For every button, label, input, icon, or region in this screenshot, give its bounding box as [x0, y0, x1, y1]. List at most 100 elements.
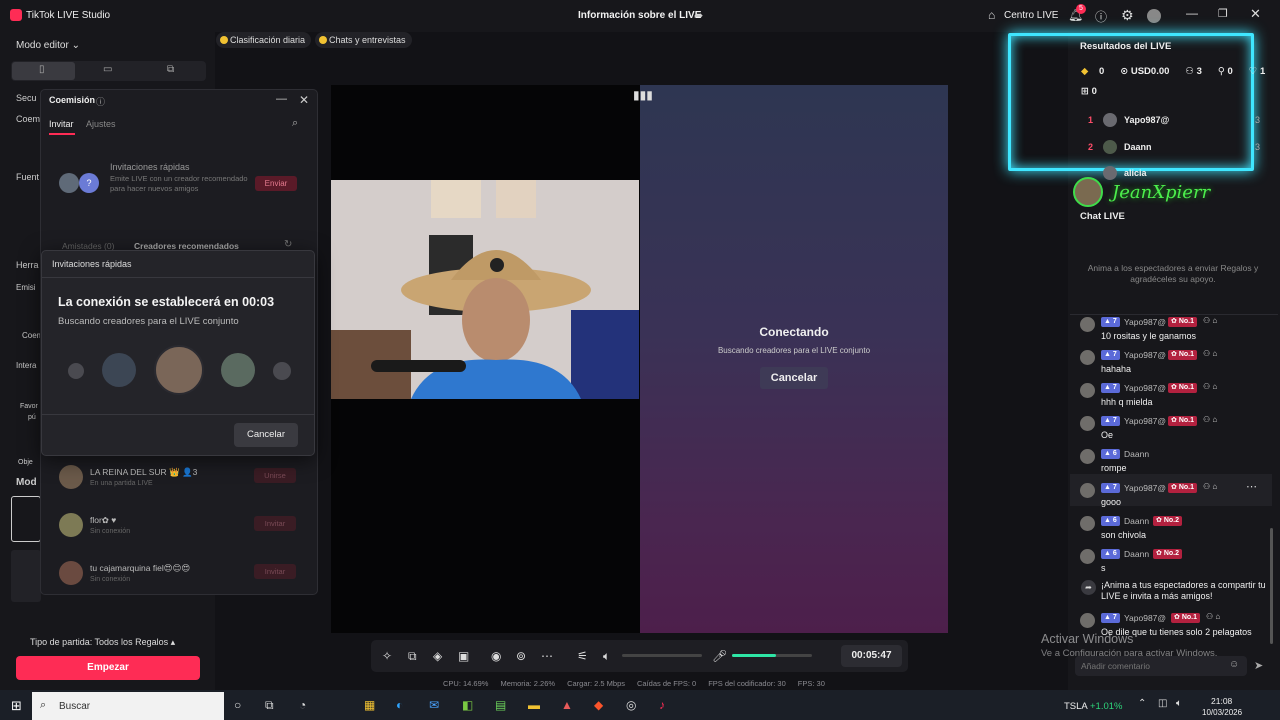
rank-username[interactable]: alicia	[1124, 168, 1147, 178]
match-type-dropdown[interactable]: Tipo de partida: Todos los Regalos ▴	[30, 637, 175, 648]
emoji-icon[interactable]: ☺	[1229, 659, 1239, 670]
contact-status: Sin conexión	[90, 528, 131, 535]
rank-username[interactable]: Daann	[1124, 142, 1152, 152]
left-label[interactable]: Favor	[20, 403, 38, 410]
daily-ranking-pill[interactable]: Clasificación diaria	[216, 32, 312, 48]
chat-username[interactable]: Daann	[1124, 516, 1149, 526]
search-icon[interactable]: ⌕	[292, 117, 298, 130]
send-invite-button[interactable]: Enviar	[255, 176, 297, 191]
obs-icon[interactable]: ◎	[626, 698, 636, 712]
record-icon[interactable]: ◉	[491, 649, 501, 663]
caption-icon[interactable]: ▣	[458, 649, 469, 663]
chat-message[interactable]: ▲ 7 Yapo987@ ✿ No.1 ⚇ ⌂ gooo	[1080, 480, 1270, 512]
left-label[interactable]: Coem	[16, 114, 40, 124]
chat-username[interactable]: Daann	[1124, 549, 1149, 559]
chat-message[interactable]: ▲ 6 Daann ✿ No.2 son chivola	[1080, 513, 1270, 545]
speaker-icon[interactable]: 🔈︎	[603, 649, 610, 664]
cancel-connection-button[interactable]: Cancelar	[760, 367, 828, 389]
more-options-icon[interactable]: ⋯	[1246, 480, 1257, 493]
close-panel-button[interactable]: ✕	[299, 93, 309, 107]
likes-stat: ♡ 1	[1248, 66, 1266, 77]
tiktok-icon[interactable]: ♪	[659, 698, 665, 712]
share-icon[interactable]: ➦	[694, 9, 703, 22]
rank-badge: ✿ No.1	[1168, 416, 1197, 426]
task-view-icon[interactable]: ⧉	[265, 698, 274, 713]
tab-ajustes[interactable]: Ajustes	[86, 119, 116, 129]
landscape-icon[interactable]: ▭	[103, 64, 112, 75]
left-label: Herra	[16, 260, 39, 270]
audio-levels-icon[interactable]: ▮▮▮	[633, 88, 653, 102]
mixer-icon[interactable]: ⚟	[577, 649, 588, 663]
join-button[interactable]: Unirse	[254, 468, 296, 483]
chat-message-text: rompe	[1101, 463, 1127, 473]
effects-icon[interactable]: ◈	[433, 649, 442, 663]
magic-wand-icon[interactable]: ✧	[382, 649, 392, 663]
invite-button[interactable]: Invitar	[254, 564, 296, 579]
maximize-window-button[interactable]: ❐	[1218, 7, 1228, 20]
stock-change: +1.01%	[1090, 701, 1123, 712]
cortana-icon[interactable]: ○	[234, 698, 241, 712]
store-icon[interactable]: ▦	[364, 698, 375, 712]
editor-mode-dropdown[interactable]: Modo editor ⌄	[16, 40, 80, 51]
volume-icon[interactable]: 🔈︎	[1176, 698, 1182, 709]
avatar[interactable]	[1147, 9, 1161, 23]
chat-scrollbar[interactable]	[1270, 528, 1273, 644]
home-icon[interactable]: ⌂	[988, 8, 995, 22]
invite-button[interactable]: Invitar	[254, 516, 296, 531]
chats-interviews-pill[interactable]: Chats y entrevistas	[315, 32, 412, 48]
level-value: 7	[1112, 417, 1117, 424]
speaker-volume-slider[interactable]	[622, 654, 702, 657]
clock-time[interactable]: 21:08	[1211, 696, 1232, 706]
chat-message[interactable]: ▲ 7 Yapo987@ ✿ No.1 ⚇ ⌂ hhh q mielda	[1080, 380, 1270, 412]
microphone-icon[interactable]: 🎤︎	[712, 649, 727, 663]
close-window-button[interactable]: ✕	[1250, 6, 1261, 22]
app-icon[interactable]: ◔	[299, 698, 306, 712]
cancel-button[interactable]: Cancelar	[234, 423, 298, 447]
chat-username[interactable]: Yapo987@	[1124, 317, 1166, 327]
chat-username[interactable]: Yapo987@	[1124, 416, 1166, 426]
nvidia-icon[interactable]: ◧	[462, 698, 473, 712]
chat-username[interactable]: Yapo987@	[1124, 613, 1166, 623]
chat-message[interactable]: ▲ 7 Yapo987@ ✿ No.1 ⚇ ⌂ hahaha	[1080, 347, 1270, 379]
gear-icon[interactable]: ⚙	[1121, 7, 1134, 24]
centro-live-button[interactable]: Centro LIVE	[1004, 10, 1058, 21]
stock-ticker[interactable]: TSLA	[1064, 701, 1088, 712]
chevron-up-icon[interactable]: ⌃	[1138, 698, 1146, 709]
chat-message[interactable]: ▲ 6 Daann ✿ No.2 s	[1080, 546, 1270, 578]
comment-input[interactable]	[1075, 656, 1247, 676]
mode-card[interactable]	[11, 496, 41, 542]
start-button[interactable]: Empezar	[16, 656, 200, 680]
chat-username[interactable]: Yapo987@	[1124, 383, 1166, 393]
live-info-title[interactable]: Información sobre el LIVE	[578, 10, 701, 21]
network-icon[interactable]: ◫	[1158, 698, 1167, 709]
edge-icon[interactable]: ◐	[396, 698, 403, 712]
windows-start-icon[interactable]: ⊞	[11, 698, 22, 714]
app-icon[interactable]: ▲	[561, 698, 573, 712]
chat-username[interactable]: Yapo987@	[1124, 350, 1166, 360]
chat-message[interactable]: ▲ 7 Yapo987@ ✿ No.1 ⚇ ⌂ 10 rositas y le gana…	[1080, 314, 1270, 341]
brave-icon[interactable]: ◆	[594, 698, 603, 712]
minimize-panel-button[interactable]: —	[276, 93, 287, 105]
chat-username[interactable]: Daann	[1124, 449, 1149, 459]
streamer-name-overlay: JeanXpierr	[1112, 182, 1211, 203]
chat-message[interactable]: ▲ 7 Yapo987@ ✿ No.1 ⚇ ⌂ Oe	[1080, 413, 1270, 445]
send-icon[interactable]: ➤	[1254, 659, 1263, 672]
clock-date[interactable]: 10/03/2026	[1202, 708, 1242, 717]
live-icon[interactable]: ⊚	[516, 649, 526, 663]
help-icon[interactable]: ⓘ	[1095, 8, 1107, 25]
file-explorer-icon[interactable]: ▬	[528, 698, 540, 712]
rank-username[interactable]: Yapo987@	[1124, 115, 1169, 125]
minimize-window-button[interactable]: —	[1186, 6, 1198, 20]
refresh-icon[interactable]: ↻	[284, 239, 292, 250]
dual-screen-icon[interactable]: ⧉	[167, 64, 174, 75]
mail-icon[interactable]: ✉	[429, 698, 439, 712]
app-icon[interactable]: ▤	[495, 698, 506, 712]
tab-invitar[interactable]: Invitar	[49, 119, 74, 129]
mode-card[interactable]	[11, 550, 41, 602]
help-icon[interactable]: ⓘ	[96, 95, 105, 108]
more-icon[interactable]: ⋯	[541, 649, 553, 663]
chat-message[interactable]: ▲ 6 Daann rompe	[1080, 446, 1270, 478]
avatar	[1103, 166, 1117, 180]
chat-username[interactable]: Yapo987@	[1124, 483, 1166, 493]
layout-icon[interactable]: ⧉	[408, 649, 417, 664]
